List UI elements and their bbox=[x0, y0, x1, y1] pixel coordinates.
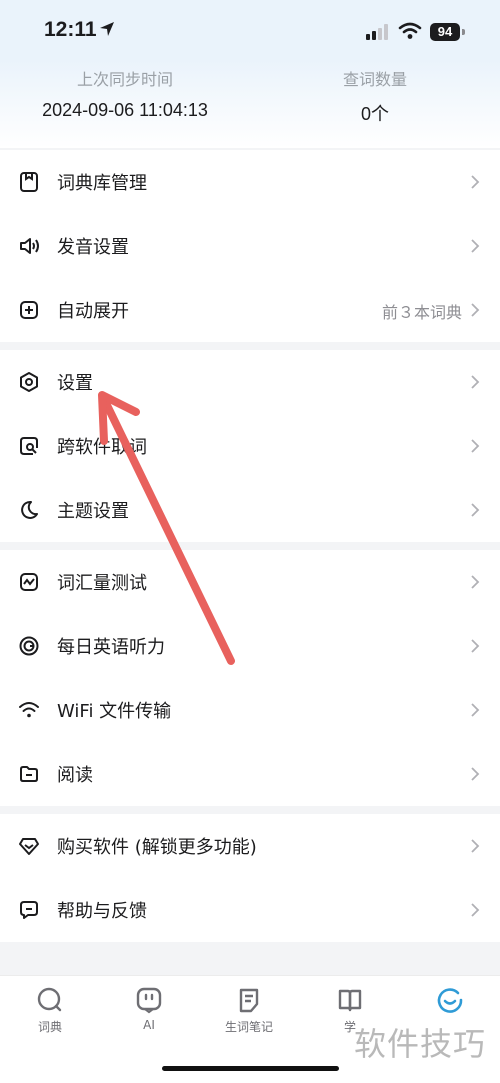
search-copy-icon bbox=[20, 437, 38, 455]
chart-icon bbox=[20, 573, 38, 591]
headphones-icon bbox=[19, 636, 39, 656]
ai-icon bbox=[136, 987, 162, 1014]
tab-ai[interactable]: AI bbox=[109, 986, 189, 1032]
tab-label: AI bbox=[143, 1018, 155, 1032]
smile-icon bbox=[437, 988, 463, 1013]
diamond-icon bbox=[19, 838, 39, 855]
menu-item-auto-expand[interactable]: 自动展开 前３本词典 bbox=[0, 278, 500, 342]
tab-label: 生词笔记 bbox=[224, 1020, 273, 1034]
chevron-right-icon bbox=[471, 767, 480, 781]
menu-item-cross-app-lookup[interactable]: 跨软件取词 bbox=[0, 414, 500, 478]
menu-item-reading[interactable]: 阅读 bbox=[0, 742, 500, 806]
chevron-right-icon bbox=[471, 439, 480, 453]
menu-item-label: 自动展开 bbox=[57, 301, 129, 322]
moon-icon bbox=[21, 500, 38, 519]
menu-item-help-feedback[interactable]: 帮助与反馈 bbox=[0, 878, 500, 942]
menu-item-settings[interactable]: 设置 bbox=[0, 350, 500, 414]
menu-item-label: 词典库管理 bbox=[57, 173, 147, 194]
menu-item-label: WiFi 文件传输 bbox=[57, 701, 172, 722]
feedback-icon bbox=[20, 901, 38, 919]
menu-item-label: 发音设置 bbox=[57, 237, 129, 258]
tab-vocabulary-notes[interactable]: 生词笔记 bbox=[209, 986, 289, 1035]
chevron-right-icon bbox=[471, 303, 480, 317]
chevron-right-icon bbox=[471, 175, 480, 189]
chevron-right-icon bbox=[471, 903, 480, 917]
menu-group-support: 购买软件 (解锁更多功能) 帮助与反馈 bbox=[0, 814, 500, 942]
chevron-right-icon bbox=[471, 375, 480, 389]
chevron-right-icon bbox=[471, 239, 480, 253]
menu-group-settings: 设置 跨软件取词 主题设置 bbox=[0, 350, 500, 542]
notebook-icon bbox=[239, 988, 259, 1013]
wifi-icon bbox=[19, 702, 39, 718]
last-sync: 上次同步时间 2024-09-06 11:04:13 bbox=[0, 66, 250, 121]
menu-group-learning: 词汇量测试 每日英语听力 WiFi 文件传输 阅读 bbox=[0, 550, 500, 806]
lookup-count: 查词数量 0个 bbox=[250, 66, 500, 126]
menu-item-label: 词汇量测试 bbox=[57, 573, 147, 594]
menu-item-label: 设置 bbox=[57, 373, 93, 394]
home-indicator[interactable] bbox=[162, 1066, 339, 1071]
chevron-right-icon bbox=[471, 639, 480, 653]
battery-tip bbox=[462, 29, 465, 35]
menu-item-pronunciation-settings[interactable]: 发音设置 bbox=[0, 214, 500, 278]
plus-square-icon bbox=[20, 301, 38, 319]
tab-me[interactable] bbox=[410, 986, 490, 1018]
menu-item-label: 购买软件 (解锁更多功能) bbox=[57, 837, 257, 858]
menu-group-dictionary: 词典库管理 发音设置 自动展开 前３本词典 bbox=[0, 150, 500, 342]
menu-item-dictionary-management[interactable]: 词典库管理 bbox=[0, 150, 500, 214]
last-sync-value: 2024-09-06 11:04:13 bbox=[42, 100, 208, 120]
status-time: 12:11 bbox=[44, 18, 97, 41]
folder-icon bbox=[20, 766, 38, 782]
last-sync-label: 上次同步时间 bbox=[76, 70, 173, 89]
chevron-right-icon bbox=[471, 503, 480, 517]
status-bar: 12:11 94 bbox=[0, 0, 500, 60]
menu-item-label: 阅读 bbox=[57, 765, 93, 786]
menu-item-daily-english-listening[interactable]: 每日英语听力 bbox=[0, 614, 500, 678]
tab-dictionary[interactable]: 词典 bbox=[10, 986, 90, 1035]
book-icon bbox=[338, 989, 362, 1012]
menu-item-label: 每日英语听力 bbox=[57, 637, 165, 658]
chevron-right-icon bbox=[471, 839, 480, 853]
battery-indicator: 94 bbox=[430, 23, 460, 41]
dictionary-icon bbox=[20, 172, 38, 192]
chevron-right-icon bbox=[471, 575, 480, 589]
menu-item-label: 主题设置 bbox=[57, 501, 129, 522]
wifi-status-icon bbox=[398, 22, 422, 39]
location-arrow-icon bbox=[100, 22, 114, 36]
watermark-text: 软件技巧 bbox=[354, 1025, 487, 1063]
speaker-icon bbox=[20, 238, 39, 254]
auto-expand-value: 前３本词典 bbox=[381, 303, 462, 322]
sync-summary: 上次同步时间 2024-09-06 11:04:13 查词数量 0个 bbox=[0, 60, 500, 148]
menu-item-wifi-file-transfer[interactable]: WiFi 文件传输 bbox=[0, 678, 500, 742]
menu-item-label: 帮助与反馈 bbox=[57, 901, 147, 922]
tab-label: 词典 bbox=[37, 1020, 62, 1034]
menu-item-vocabulary-test[interactable]: 词汇量测试 bbox=[0, 550, 500, 614]
menu-item-purchase[interactable]: 购买软件 (解锁更多功能) bbox=[0, 814, 500, 878]
cellular-signal-icon bbox=[366, 24, 388, 40]
lookup-count-label: 查词数量 bbox=[342, 70, 407, 89]
chevron-right-icon bbox=[471, 703, 480, 717]
hexagon-settings-icon bbox=[20, 372, 38, 392]
menu-item-label: 跨软件取词 bbox=[57, 437, 147, 458]
search-icon bbox=[37, 987, 62, 1012]
lookup-count-value: 0个 bbox=[360, 104, 389, 124]
menu-item-theme-settings[interactable]: 主题设置 bbox=[0, 478, 500, 542]
